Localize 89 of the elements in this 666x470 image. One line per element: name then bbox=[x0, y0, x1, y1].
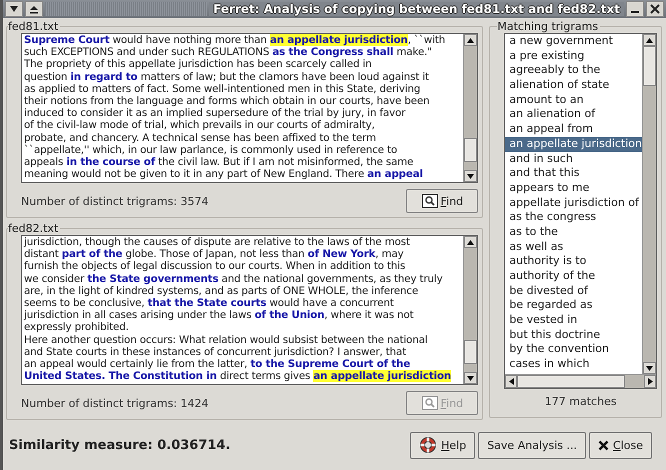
vertical-scrollbar[interactable] bbox=[463, 34, 478, 182]
text-line: expressly prohibited. bbox=[24, 321, 129, 334]
trigram-item[interactable]: a pre existing bbox=[505, 48, 642, 64]
scroll-right-icon[interactable] bbox=[644, 375, 656, 388]
text-line: The propriety of this appellate jurisdiction has been scarcely called in bbox=[24, 58, 372, 71]
trigram-item[interactable]: and in such bbox=[505, 152, 642, 166]
text-line: Here another question occurs: What relation would subsist between the national bbox=[24, 334, 428, 346]
text-line: of the civil-law mode of trial, which prevails in our courts of admiralty, bbox=[24, 119, 375, 132]
text-line: jurisdiction in all cases arising under the laws of the Union, where it was not bbox=[24, 309, 414, 322]
find-button[interactable]: Find bbox=[406, 189, 478, 213]
minimize-icon bbox=[631, 11, 639, 13]
text-view[interactable] bbox=[21, 33, 478, 183]
close-button[interactable]: Close bbox=[589, 432, 652, 458]
find-icon bbox=[422, 194, 438, 208]
trigram-item[interactable]: and that this bbox=[505, 166, 642, 181]
text-line: seems to be conclusive, that the State courts would have a concurrent bbox=[24, 297, 394, 310]
text-line: and State courts in these instances of concurrent jurisdiction? I answer, that bbox=[24, 346, 406, 358]
scroll-up-icon[interactable] bbox=[464, 34, 478, 46]
eject-icon bbox=[29, 4, 39, 14]
trigram-item[interactable]: an appeal from bbox=[505, 122, 642, 137]
text-line: are, in the light of kindred systems, and as parts of ONE WHOLE, the inference bbox=[24, 284, 418, 298]
text-line: ``appellate,'' which, in our law parlance, is commonly used in reference to bbox=[24, 144, 398, 156]
maximize-button[interactable] bbox=[25, 1, 43, 17]
minimize-button[interactable] bbox=[626, 1, 644, 17]
trigram-item[interactable]: authority is to bbox=[505, 254, 642, 269]
trigram-item[interactable]: authority of the bbox=[505, 269, 642, 284]
horizontal-scrollbar[interactable] bbox=[505, 374, 656, 388]
window-title: Ferret: Analysis of copying between fed81.txt and fed82.txt bbox=[209, 2, 624, 16]
panel-label: fed82.txt bbox=[8, 222, 60, 235]
text-line: as applied to matters of fact. Some well-intentioned men in this State, deriving bbox=[24, 82, 420, 96]
trigram-item[interactable]: appears to me bbox=[505, 180, 642, 196]
trigram-item[interactable]: be regarded as bbox=[505, 298, 642, 314]
text-line: probate, and chancery. A technical sense has been affixed to the term bbox=[24, 132, 376, 144]
text-view[interactable] bbox=[21, 235, 478, 385]
close-icon bbox=[650, 4, 660, 14]
scrollbar-thumb[interactable] bbox=[517, 375, 625, 388]
trigram-item[interactable]: an alienation of bbox=[505, 107, 642, 122]
text-line: distant part of the globe. Those of Japan, not less than of New York, may bbox=[24, 248, 404, 260]
down-triangle-icon bbox=[9, 5, 19, 13]
panel-label: Matching trigrams bbox=[497, 20, 600, 33]
trigram-item[interactable]: an appellate jurisdiction bbox=[505, 136, 642, 152]
trigram-item[interactable]: alienation of state bbox=[505, 78, 642, 93]
text-line: we consider the State governments and the national governments, as they truly bbox=[24, 272, 443, 285]
text-line: an appeal would certainly lie from the latter, to the Supreme Court of the bbox=[24, 358, 410, 370]
panel-label: fed81.txt bbox=[8, 20, 60, 33]
scrollbar-thumb[interactable] bbox=[643, 46, 656, 86]
scroll-up-icon[interactable] bbox=[464, 236, 478, 248]
trigram-item[interactable]: as well as bbox=[505, 240, 642, 254]
save-analysis-button[interactable]: Save Analysis ... bbox=[478, 432, 586, 458]
text-line: appeals in the course of the civil law. But if I am not misinformed, the same bbox=[24, 156, 414, 168]
text-line: United States. The Constitution in direct terms gives an appellate jurisdiction bbox=[24, 370, 452, 382]
trigram-item[interactable]: be divested of bbox=[505, 284, 642, 298]
scroll-down-icon[interactable] bbox=[643, 362, 656, 374]
vertical-scrollbar[interactable] bbox=[463, 236, 478, 384]
text-line: meaning would not be given to it in any part of New England. There an appeal bbox=[24, 168, 423, 180]
trigram-count: Number of distinct trigrams: 1424 bbox=[21, 396, 209, 410]
text-line: furnish the objects of legal discussion to our courts. When in addition to this bbox=[24, 260, 406, 273]
scroll-down-icon[interactable] bbox=[464, 170, 478, 182]
trigram-item[interactable]: agreeably to the bbox=[505, 63, 642, 78]
trigram-item[interactable]: but this doctrine bbox=[505, 328, 642, 342]
trigram-item[interactable]: appellate jurisdiction of bbox=[505, 196, 642, 210]
close-icon bbox=[598, 440, 610, 450]
text-line: jurisdiction, though the causes of dispute are relative to the laws of the most bbox=[24, 236, 410, 248]
similarity-measure: Similarity measure: 0.036714. bbox=[9, 438, 230, 452]
scroll-up-icon[interactable] bbox=[643, 34, 656, 46]
scrollbar-thumb[interactable] bbox=[464, 138, 478, 162]
text-line: Supreme Court would have nothing more than an appellate jurisdiction, ``with bbox=[24, 34, 446, 46]
text-line: question in regard to matters of law; but the clamors have been loud against it bbox=[24, 70, 429, 83]
shade-button[interactable] bbox=[5, 1, 23, 17]
find-icon bbox=[422, 396, 438, 410]
trigram-item[interactable]: a new government bbox=[505, 34, 642, 49]
trigram-item[interactable]: by the convention bbox=[505, 342, 642, 358]
scroll-left-icon[interactable] bbox=[505, 375, 518, 388]
vertical-scrollbar[interactable] bbox=[642, 34, 656, 374]
trigram-item[interactable]: as to the bbox=[505, 224, 642, 240]
trigram-item[interactable]: be vested in bbox=[505, 313, 642, 328]
scroll-down-icon[interactable] bbox=[464, 372, 478, 384]
close-button[interactable] bbox=[646, 1, 664, 17]
scrollbar-thumb[interactable] bbox=[464, 340, 478, 364]
text-line: such EXCEPTIONS and under such REGULATIONS as the Congress shall make." bbox=[24, 46, 432, 58]
lifebuoy-icon bbox=[419, 436, 438, 454]
trigram-item[interactable]: cases in which bbox=[505, 357, 642, 372]
trigram-item[interactable]: as the congress bbox=[505, 210, 642, 225]
match-count: 177 matches bbox=[544, 395, 618, 408]
text-line: their notions from the language and forms which obtain in our courts, have been bbox=[24, 95, 430, 108]
help-button[interactable]: Help bbox=[410, 432, 476, 458]
trigram-count: Number of distinct trigrams: 3574 bbox=[21, 194, 209, 208]
text-line: induced to consider it as an implied supersedure of the trial by jury, in favor bbox=[24, 107, 406, 120]
trigram-item[interactable]: amount to an bbox=[505, 92, 642, 108]
